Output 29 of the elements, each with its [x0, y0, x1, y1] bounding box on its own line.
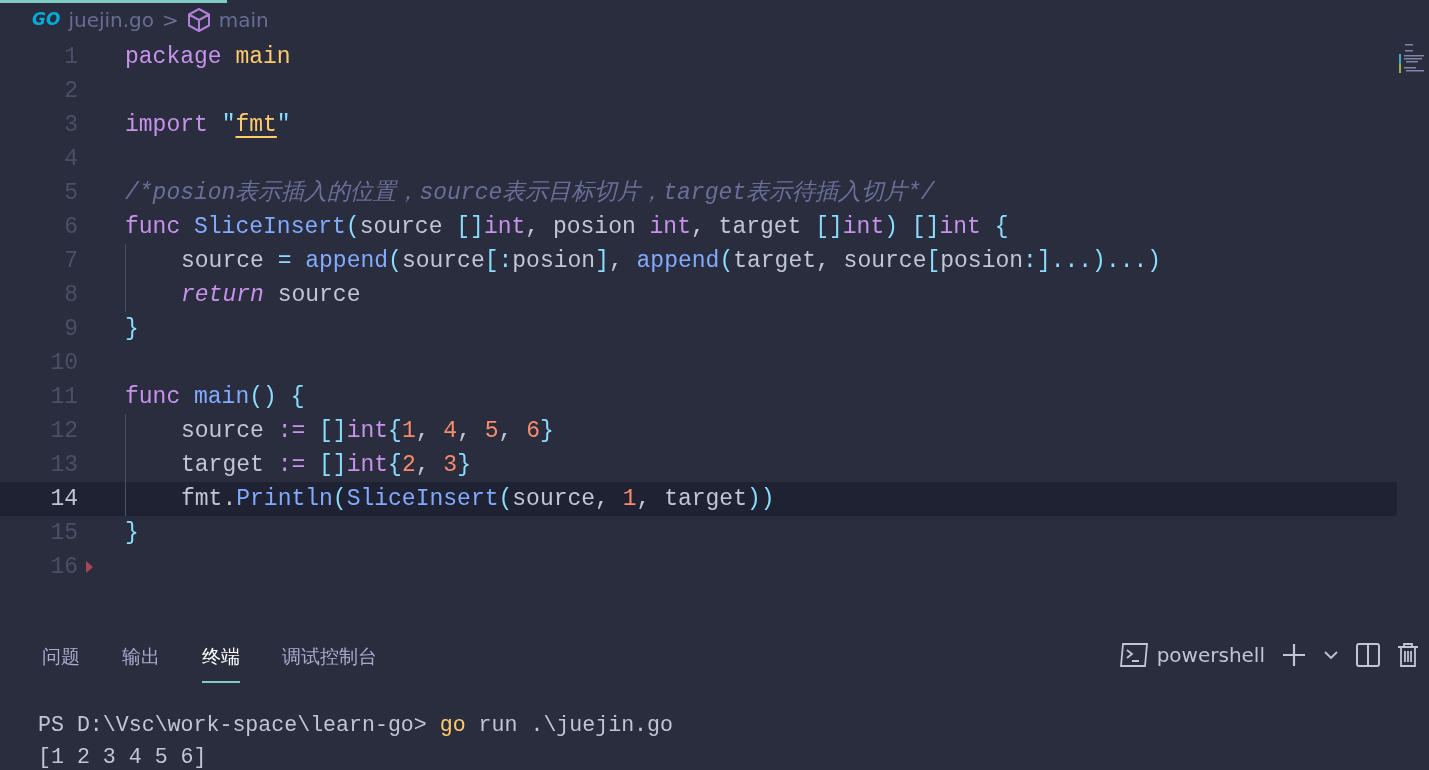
add-icon[interactable]: [1281, 642, 1307, 669]
code-line: source := []int{1, 4, 5, 6}: [180, 416, 554, 446]
code-line: import "fmt": [125, 110, 291, 140]
panel-tab[interactable]: 终端: [202, 638, 240, 683]
chevron-down-icon[interactable]: [1323, 650, 1339, 661]
code-line: /*posion表示插入的位置，source表示目标切片，target表示待插入切片*/: [125, 178, 935, 208]
code-line: func main() {: [125, 382, 305, 412]
code-line: return source: [180, 280, 361, 310]
go-logo: GO: [32, 8, 61, 32]
code-line: }: [125, 314, 139, 344]
split-icon[interactable]: [1355, 642, 1381, 669]
terminal-icon: [1118, 642, 1149, 669]
terminal-output: [1 2 3 4 5 6]: [38, 743, 208, 770]
trash-icon[interactable]: [1397, 642, 1419, 669]
terminal-selector-button[interactable]: powershell: [1118, 640, 1265, 671]
code-line: target := []int{2, 3}: [180, 450, 471, 480]
code-line: package main: [125, 42, 291, 72]
code-line: func SliceInsert(source []int, posion int, target []int) []int {: [125, 212, 1009, 242]
code-line: source = append(source[:posion], append(target, source[posion:]...)...): [180, 246, 1162, 276]
panel-tab[interactable]: 调试控制台: [282, 638, 377, 683]
cube-icon: [186, 7, 211, 33]
panel-tab[interactable]: 输出: [122, 638, 160, 683]
panel-tab[interactable]: 问题: [42, 638, 80, 683]
code-line: fmt.Println(SliceInsert(source, 1, target)): [180, 484, 775, 514]
line-number: 14: [49, 484, 78, 514]
minimap-drawing[interactable]: [1399, 42, 1425, 76]
breadcrumb-separator: >: [162, 7, 179, 34]
terminal-command-line: PS D:\Vsc\work-space\learn-go> go run .\juejin.go: [38, 711, 674, 739]
code-line: }: [125, 518, 139, 548]
